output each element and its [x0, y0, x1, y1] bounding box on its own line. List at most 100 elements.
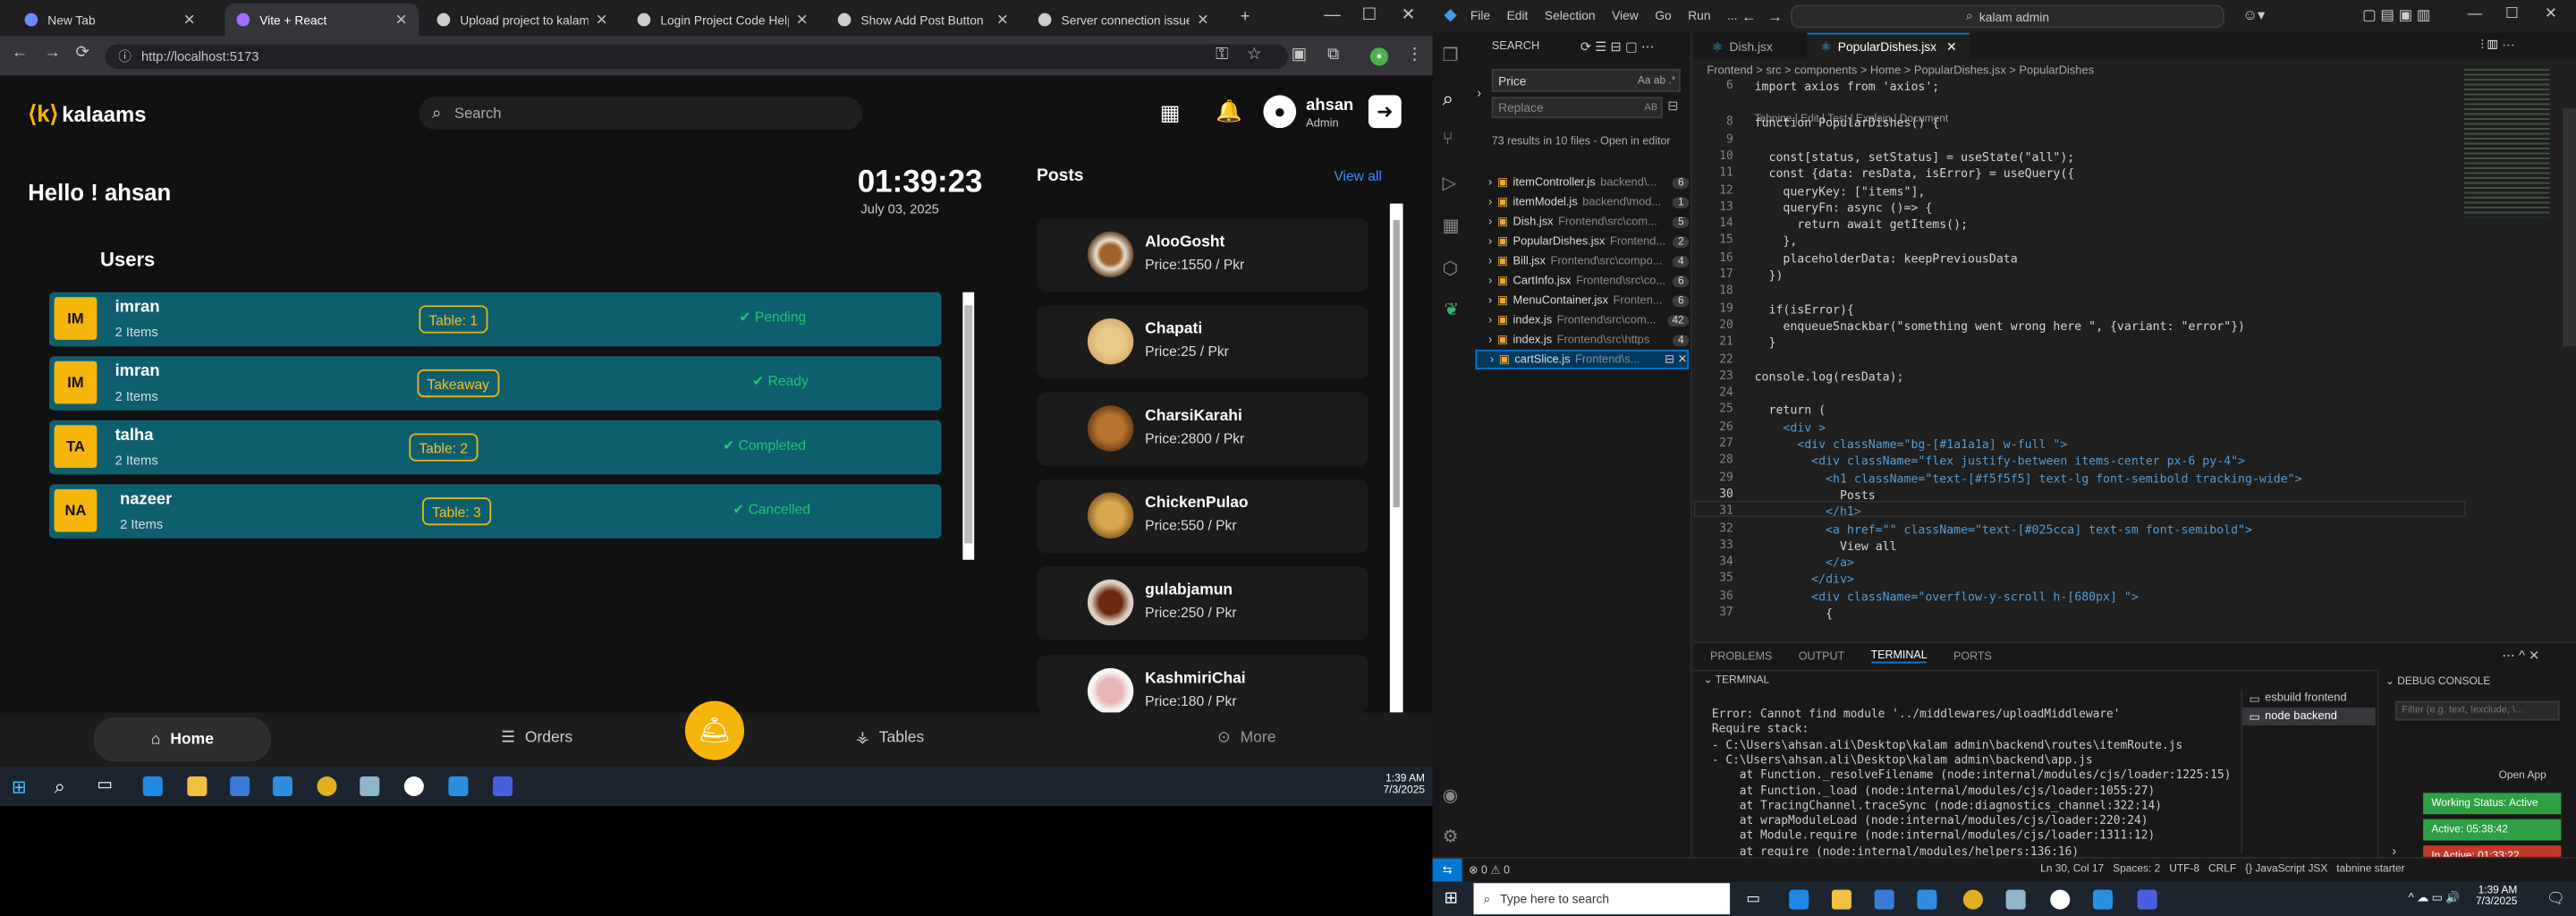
minimap[interactable] — [2464, 69, 2550, 217]
code-line[interactable]: <a href="" className="text-[#025cca] tex… — [1755, 522, 2252, 537]
browser-tab-upload[interactable]: Upload project to kalams.org ✕ — [426, 4, 620, 37]
user-order-row[interactable]: IM imran 2 Items Takeaway ✔ Ready — [49, 356, 942, 411]
code-line[interactable]: return ( — [1755, 403, 1826, 418]
chrome-icon[interactable] — [1962, 889, 1983, 910]
result-actions[interactable]: ⊟ ✕ — [1665, 353, 1687, 366]
command-center[interactable]: ⌕ kalam admin — [1791, 4, 2224, 29]
code-line[interactable]: }) — [1755, 267, 1783, 283]
panel-tab-ports[interactable]: PORTS — [1953, 651, 1992, 663]
search-input[interactable]: Price Aa ab .* — [1491, 69, 1681, 92]
search-result-file[interactable]: › ▣ itemController.js backend\... 6 — [1475, 173, 1690, 192]
file-explorer-icon[interactable] — [187, 776, 208, 797]
panel-tab-terminal[interactable]: TERMINAL — [1870, 650, 1928, 664]
view-all-link[interactable]: View all — [1334, 167, 1382, 183]
account-icon[interactable]: ◉ — [1443, 785, 1459, 806]
panel-tab-output[interactable]: OUTPUT — [1799, 651, 1844, 663]
notification-icon[interactable]: 🗨 — [2546, 890, 2565, 908]
minimize-icon[interactable]: — — [2468, 5, 2483, 21]
task-view-icon[interactable]: ▭ — [97, 776, 112, 794]
taskbar-search-box[interactable]: ⌕ Type here to search — [1473, 883, 1731, 915]
editor-tab-dish[interactable]: ⚛ Dish.jsx — [1699, 35, 1785, 60]
close-window-icon[interactable]: ✕ — [2545, 5, 2557, 23]
reload-icon[interactable]: ⟳ — [75, 45, 89, 63]
remote-icon[interactable]: ⬡ — [1443, 258, 1459, 279]
code-line[interactable]: const[status, setStatus] = useState("all… — [1755, 149, 2074, 165]
url-field[interactable]: ⓘ http://localhost:5173 — [105, 44, 1288, 70]
task-view-icon[interactable]: ▭ — [1746, 890, 1760, 908]
debug-filter-input[interactable]: Filter (e.g. text, !exclude, \... — [2394, 700, 2560, 721]
terminal-item-node[interactable]: ▭ node backend — [2242, 707, 2376, 726]
manage-gear-icon[interactable]: ⚙ — [1443, 826, 1459, 847]
problems-count[interactable]: ⊗ 0 ⚠ 0 — [1469, 863, 1510, 877]
code-line[interactable]: placeholderData: keepPreviousData — [1755, 250, 2017, 266]
nav-more-button[interactable]: ⊙ More — [1217, 729, 1275, 747]
code-line[interactable]: { — [1755, 606, 1833, 621]
file-explorer-icon[interactable] — [1831, 889, 1852, 910]
post-card[interactable]: KashmiriChai Price:180 / Pkr — [1036, 655, 1368, 715]
app-icon[interactable] — [360, 776, 380, 797]
code-line[interactable]: Posts — [1755, 488, 1876, 503]
search-result-file[interactable]: › ▣ itemModel.js backend\mod... 1 — [1475, 192, 1690, 212]
vscode-taskbar-icon[interactable] — [448, 776, 469, 797]
notification-bell-icon[interactable]: 🔔 — [1216, 98, 1242, 124]
nav-home-button[interactable]: ⌂ Home — [93, 717, 272, 762]
menu-run[interactable]: Run — [1688, 8, 1710, 23]
tray-icons[interactable]: ^ ☁ ▭ 🔊 — [2409, 891, 2461, 904]
post-card[interactable]: AlooGosht Price:1550 / Pkr — [1036, 218, 1368, 293]
code-line[interactable]: <h1 className="text-[#f5f5f5] text-lg fo… — [1755, 471, 2302, 486]
search-option-icons[interactable]: Aa ab .* — [1638, 74, 1679, 86]
mail-icon[interactable] — [272, 776, 292, 797]
layout-icons[interactable]: ▢ ▤ ▣ ▥ — [2362, 6, 2430, 24]
results-summary[interactable]: 73 results in 10 files - Open in editor — [1492, 134, 1686, 149]
vscode-menu[interactable]: File Edit Selection View Go Run ... — [1470, 8, 1738, 23]
edge-icon[interactable] — [142, 776, 163, 797]
replace-all-icon[interactable]: ⊟ — [1667, 98, 1678, 114]
open-app-link[interactable]: Open App — [2499, 770, 2546, 782]
menu-file[interactable]: File — [1470, 8, 1490, 23]
menu-go[interactable]: Go — [1655, 8, 1671, 23]
code-line[interactable]: enqueueSnackbar("something went wrong he… — [1755, 318, 2245, 334]
extension-icon[interactable]: ▣ — [1292, 46, 1307, 64]
nav-tables-button[interactable]: ⚶ Tables — [856, 729, 924, 747]
code-line[interactable]: import axios from 'axios'; — [1755, 79, 1940, 94]
windows-start-icon[interactable]: ⊞ — [12, 776, 27, 798]
search-result-file[interactable]: › ▣ index.js Frontend\src\https 4 — [1475, 330, 1690, 350]
panel-tab-problems[interactable]: PROBLEMS — [1710, 651, 1772, 663]
app-icon[interactable] — [2005, 889, 2026, 910]
browser-tab-new-tab[interactable]: New Tab ✕ — [13, 4, 208, 37]
menu-selection[interactable]: Selection — [1545, 8, 1596, 23]
menu-view[interactable]: View — [1612, 8, 1639, 23]
code-line[interactable]: } — [1755, 335, 1775, 351]
code-line[interactable]: </a> — [1755, 555, 1854, 570]
breadcrumb[interactable]: Frontend > src > components > Home > Pop… — [1707, 65, 2094, 77]
explorer-icon[interactable]: ❐ — [1443, 45, 1459, 65]
maximize-icon[interactable]: ☐ — [1362, 6, 1377, 24]
post-card[interactable]: ChickenPulao Price:550 / Pkr — [1036, 479, 1368, 554]
windows-start-icon[interactable]: ⊞ — [1444, 890, 1457, 908]
zoom-icon[interactable] — [2137, 889, 2157, 910]
user-order-row[interactable]: IM imran 2 Items Table: 1 ✔ Pending — [49, 292, 942, 347]
editor-actions[interactable]: ⫶ ▥ ⋯ — [2480, 38, 2514, 54]
back-icon[interactable]: ← — [12, 45, 28, 63]
search-result-file[interactable]: › ▣ Bill.jsx Frontend\src\compo... 4 — [1475, 251, 1690, 271]
app-icon[interactable] — [403, 776, 424, 797]
code-line[interactable]: console.log(resData); — [1755, 369, 1904, 385]
tab-close-icon[interactable]: ✕ — [1946, 39, 1957, 55]
post-card[interactable]: CharsiKarahi Price:2800 / Pkr — [1036, 392, 1368, 467]
code-line[interactable]: }, — [1755, 233, 1797, 249]
terminal-item-esbuild[interactable]: ▭ esbuild frontend — [2242, 690, 2376, 708]
nav-forward-icon[interactable]: → — [1767, 8, 1783, 24]
close-window-icon[interactable]: ✕ — [1402, 6, 1415, 24]
users-scrollbar[interactable] — [962, 292, 975, 560]
search-result-file[interactable]: › ▣ PopularDishes.jsx Frontend... 2 — [1475, 232, 1690, 251]
nav-orders-button[interactable]: ☰ Orders — [501, 729, 572, 747]
tab-close-icon[interactable]: ✕ — [796, 11, 809, 29]
panel-actions[interactable]: ⋯ ^ ✕ — [2502, 649, 2539, 664]
browser-tab-show-add-post[interactable]: Show Add Post Button ✕ — [826, 4, 1021, 37]
code-line[interactable]: <div className="overflow-y-scroll h-[680… — [1755, 589, 2139, 604]
code-line[interactable]: queryFn: async ()=> { — [1755, 200, 1932, 216]
browser-tab-login[interactable]: Login Project Code Help ✕ — [626, 4, 820, 37]
code-line[interactable]: function PopularDishes() { — [1755, 115, 1940, 131]
code-line[interactable]: <div className="bg-[#1a1a1a] w-full "> — [1755, 437, 2067, 452]
extension-icon[interactable]: ⧉ — [1327, 46, 1339, 64]
